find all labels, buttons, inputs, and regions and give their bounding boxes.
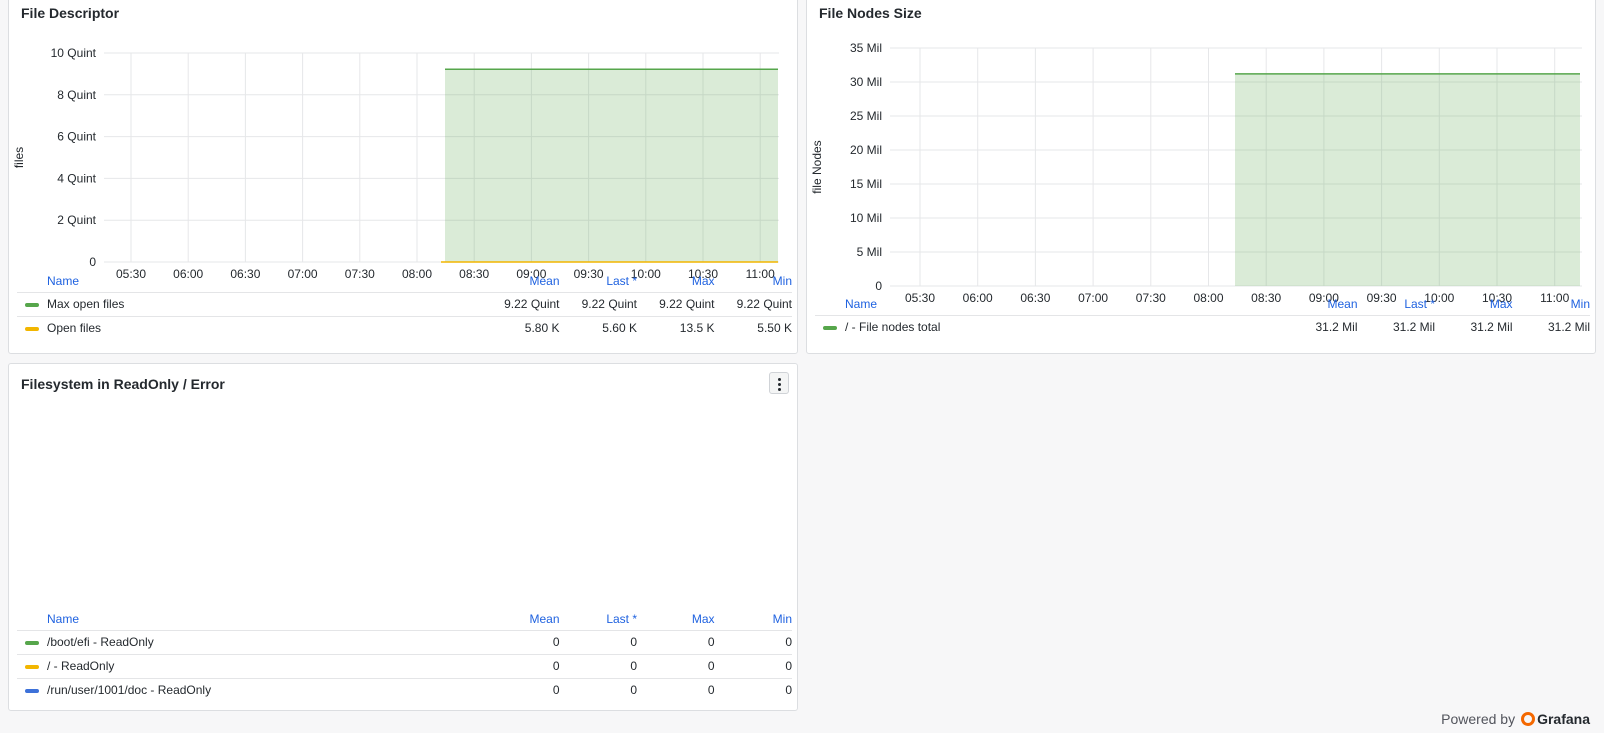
grafana-logo-icon: [1521, 712, 1536, 726]
legend-header-mean[interactable]: Mean: [1280, 293, 1357, 315]
legend-header-max[interactable]: Max: [1435, 293, 1513, 315]
y-tick-label: 8 Quint: [57, 88, 96, 102]
y-tick-label: 10 Quint: [51, 46, 97, 60]
chart-file-descriptor[interactable]: 02 Quint4 Quint6 Quint8 Quint10 Quint05:…: [9, 0, 798, 281]
y-tick-label: 25 Mil: [850, 109, 882, 123]
series-color-swatch: [25, 689, 39, 694]
legend-header-last[interactable]: Last *: [1358, 293, 1435, 315]
legend-header-row: Name Mean Last * Max Min: [17, 608, 792, 630]
legend-value: 31.2 Mil: [1435, 314, 1513, 339]
legend-value: 31.2 Mil: [1280, 314, 1358, 339]
legend-value: 0: [714, 653, 792, 678]
legend-value: 9.22 Quint: [559, 291, 637, 316]
legend-value: 0: [637, 653, 715, 678]
legend-header-min[interactable]: Min: [1513, 293, 1590, 315]
legend-value: 5.80 K: [482, 315, 560, 340]
legend-value: 0: [637, 677, 715, 702]
legend-value: 5.50 K: [714, 315, 792, 340]
footer: Powered by Grafana: [1441, 711, 1590, 727]
legend-value: 0: [482, 677, 560, 702]
chart-filesystem-readonly[interactable]: 00.20.40.60.8105:3006:0006:3007:0007:300…: [9, 364, 798, 614]
legend-row[interactable]: /boot/efi - ReadOnly 0 0 0 0: [17, 629, 792, 654]
series-color-swatch: [25, 664, 39, 669]
legend-header-last[interactable]: Last *: [560, 608, 637, 630]
legend-header-row: Name Mean Last * Max Min: [17, 270, 792, 292]
legend-series-name: / - File nodes total: [815, 314, 1280, 339]
y-tick-label: 5 Mil: [857, 245, 882, 259]
legend-file-descriptor: Name Mean Last * Max Min Max open files 9.22 Q…: [17, 270, 792, 340]
legend-header-name[interactable]: Name: [17, 270, 482, 292]
legend-filesystem-readonly: Name Mean Last * Max Min/boot/efi - ReadOnly…: [17, 608, 792, 702]
y-tick-label: 2 Quint: [57, 213, 96, 227]
y-tick-label: 30 Mil: [850, 75, 882, 89]
legend-value: 0: [714, 677, 792, 702]
series-area: [445, 69, 778, 262]
panel-file-descriptor: File Descriptor 02 Quint 4 Quint 6 Quint 8 …: [8, 0, 798, 354]
legend-value: 0: [714, 629, 792, 654]
legend-value: 9.22 Quint: [482, 291, 560, 316]
legend-series-name: /boot/efi - ReadOnly: [17, 629, 482, 654]
chart-file-nodes-size[interactable]: 0 5 Mil 10 Mil 15 Mil 20 Mil 25 Mil 30 Mil 35 M…: [807, 0, 1596, 305]
legend-row[interactable]: Max open files 9.22 Quint 9.22 Quint 9.22 Q…: [17, 291, 792, 316]
y-tick-label: 6 Quint: [57, 130, 96, 144]
legend-header-name[interactable]: Name: [17, 608, 482, 630]
y-axis-label: files: [12, 147, 26, 168]
legend-value: 0: [559, 653, 637, 678]
y-tick-label: 20 Mil: [850, 143, 882, 157]
y-tick-label: 35 Mil: [850, 41, 882, 55]
legend-row[interactable]: / - ReadOnly 0 0 0 0: [17, 653, 792, 678]
footer-brand[interactable]: Grafana: [1537, 711, 1590, 727]
legend-header-min[interactable]: Min: [715, 270, 792, 292]
legend-value: 5.60 K: [559, 315, 637, 340]
legend-file-nodes-size: Name Mean Last * Max Min / - File nodes total…: [815, 293, 1590, 339]
y-tick-label: 15 Mil: [850, 177, 882, 191]
legend-value: 0: [559, 629, 637, 654]
series-color-swatch: [25, 640, 39, 645]
legend-value: 31.2 Mil: [1512, 314, 1590, 339]
legend-header-mean[interactable]: Mean: [482, 608, 559, 630]
legend-row[interactable]: / - File nodes total 31.2 Mil 31.2 Mil 31.2…: [815, 314, 1590, 339]
legend-header-row: Name Mean Last * Max Min: [815, 293, 1590, 315]
y-tick-label: 10 Mil: [850, 211, 882, 225]
legend-series-name: Open files: [17, 315, 482, 340]
legend-table: Name Mean Last * Max Min/boot/efi - ReadOnly…: [17, 608, 792, 702]
legend-header-last[interactable]: Last *: [560, 270, 637, 292]
y-axis-label: file Nodes: [810, 140, 824, 193]
legend-header-max[interactable]: Max: [637, 270, 715, 292]
legend-value: 0: [482, 629, 560, 654]
legend-row[interactable]: Open files 5.80 K 5.60 K 13.5 K 5.50 K: [17, 315, 792, 340]
legend-series-name: /run/user/1001/doc - ReadOnly: [17, 677, 482, 702]
legend-header-max[interactable]: Max: [637, 608, 715, 630]
legend-header-mean[interactable]: Mean: [482, 270, 559, 292]
y-tick-label: 4 Quint: [57, 171, 96, 185]
series-color-swatch: [25, 327, 39, 332]
y-tick-label: 0: [89, 255, 96, 269]
series-color-swatch: [823, 326, 837, 331]
y-tick-label: 0: [875, 279, 882, 293]
series-area: [1235, 73, 1580, 286]
legend-value: 0: [482, 653, 560, 678]
legend-value: 9.22 Quint: [714, 291, 792, 316]
legend-value: 13.5 K: [637, 315, 715, 340]
legend-value: 0: [559, 677, 637, 702]
legend-row[interactable]: /run/user/1001/doc - ReadOnly 0 0 0 0: [17, 677, 792, 702]
legend-series-name: Max open files: [17, 291, 482, 316]
series-color-swatch: [25, 302, 39, 307]
legend-header-name[interactable]: Name: [815, 293, 1280, 315]
footer-prefix: Powered by: [1441, 711, 1516, 727]
legend-value: 31.2 Mil: [1357, 314, 1435, 339]
legend-series-name: / - ReadOnly: [17, 653, 482, 678]
legend-value: 0: [637, 629, 715, 654]
legend-header-min[interactable]: Min: [715, 608, 792, 630]
panel-filesystem-readonly: Filesystem in ReadOnly / Error 00.20.40.…: [8, 363, 798, 711]
legend-value: 9.22 Quint: [637, 291, 715, 316]
legend-table: Name Mean Last * Max Min / - File nodes total…: [815, 293, 1590, 339]
legend-table: Name Mean Last * Max Min Max open files 9.22 Q…: [17, 270, 792, 340]
panel-file-nodes-size: File Nodes Size 05 Mil 10 Mil 15 Mil 20 Mil…: [806, 0, 1596, 354]
